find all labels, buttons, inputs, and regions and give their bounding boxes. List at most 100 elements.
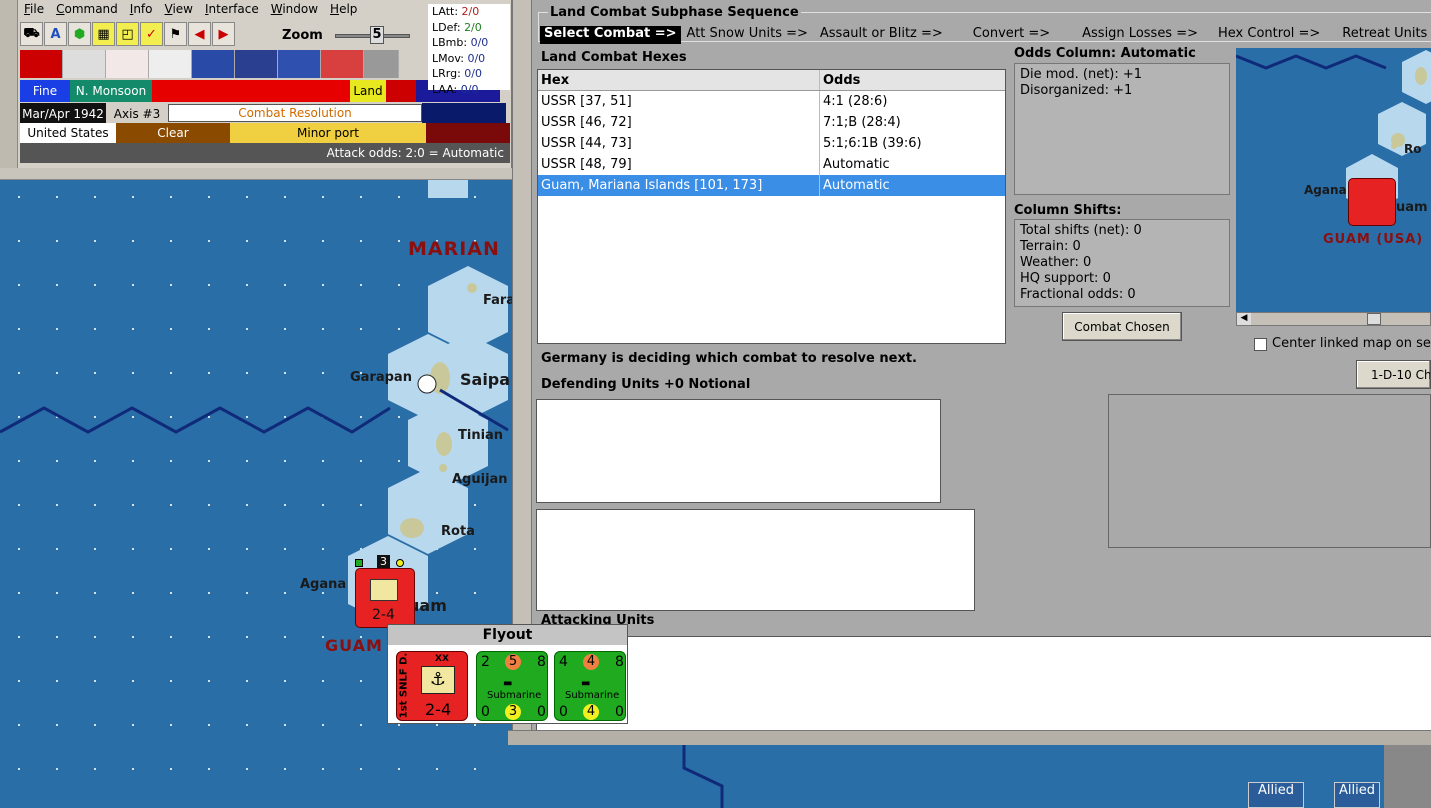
scroll-thumb[interactable]	[1367, 313, 1381, 325]
header-hex[interactable]: Hex	[538, 70, 820, 90]
land-stats: LAtt: 2/0 LDef: 2/0 LBmb: 0/0 LMov: 0/0 …	[428, 4, 510, 96]
seq-assign-losses[interactable]: Assign Losses =>	[1082, 26, 1198, 44]
flag-italy-icon[interactable]	[63, 50, 106, 78]
map-label-saipan: Saipa	[460, 370, 511, 389]
seq-retreat-units[interactable]: Retreat Units =>	[1342, 26, 1431, 44]
shift-total: Total shifts (net): 0	[1020, 223, 1142, 238]
right-edge-strip	[1384, 745, 1431, 808]
status-row-3: United States Clear Minor port	[20, 123, 510, 143]
menu-file[interactable]: File	[20, 2, 52, 18]
status-message: Germany is deciding which combat to reso…	[541, 351, 917, 366]
submarine-icon: ▬	[503, 678, 513, 689]
linked-minimap[interactable]: Ro Agana uam GUAM (USA)	[1236, 48, 1431, 312]
flyout-sub-2[interactable]: 4 4 8 ▬ Submarine 0 4 0	[554, 651, 626, 721]
font-icon[interactable]: A	[44, 22, 67, 46]
zoom-value[interactable]: 5	[370, 26, 384, 44]
grid-icon[interactable]: ▦	[92, 22, 115, 46]
attacking-units-box[interactable]	[536, 636, 1431, 731]
map-unit-counter[interactable]: 2-4	[355, 568, 415, 628]
hex-icon[interactable]: ⬢	[68, 22, 91, 46]
panel-bottom-bar	[508, 730, 1431, 745]
sub-stat: 4	[559, 654, 568, 670]
map-unit-badge-yellow	[396, 559, 404, 567]
seq-hex-control[interactable]: Hex Control =>	[1218, 26, 1320, 44]
flyout-title: Flyout	[388, 625, 627, 645]
flag-free-france-icon[interactable]	[278, 50, 321, 78]
menu-interface[interactable]: Interface	[201, 2, 267, 18]
sub-stat: 0	[615, 704, 624, 720]
scroll-left-icon[interactable]: ◀	[1237, 313, 1251, 325]
select-icon[interactable]: ◰	[116, 22, 139, 46]
minimap-scrollbar[interactable]: ◀	[1236, 312, 1431, 326]
defending-units-box[interactable]	[536, 399, 941, 503]
seq-assault-blitz[interactable]: Assault or Blitz =>	[820, 26, 943, 44]
seq-convert[interactable]: Convert =>	[973, 26, 1050, 44]
ctrl-left-strip	[0, 0, 18, 180]
table-row[interactable]: USSR [44, 73] 5:1;6:1B (39:6)	[538, 133, 1005, 154]
flag-grey-icon[interactable]	[364, 50, 399, 78]
hexes-table: Hex Odds USSR [37, 51] 4:1 (28:6) USSR [4…	[537, 69, 1006, 344]
center-linked-checkbox[interactable]	[1254, 338, 1267, 351]
flag-japan-icon[interactable]	[106, 50, 149, 78]
flag-uk-icon[interactable]	[235, 50, 278, 78]
flyout-window[interactable]: Flyout XX ⚓ 1st SNLF D. 2-4 2 5 8 ▬ Subm…	[387, 624, 628, 724]
row-odds: Automatic	[823, 157, 890, 172]
map-unit-stack-count: 3	[377, 555, 390, 568]
menu-bar: File Command Info View Interface Window …	[20, 2, 365, 18]
zoom-label: Zoom	[282, 28, 323, 43]
menu-info[interactable]: Info	[126, 2, 161, 18]
monsoon-status: N. Monsoon	[70, 80, 152, 102]
menu-help[interactable]: Help	[326, 2, 365, 18]
map-label-aguijan: Aguijan	[452, 472, 508, 487]
die-mod: Die mod. (net): +1	[1020, 67, 1143, 82]
row-odds: Automatic	[823, 178, 890, 193]
allied-pool-1[interactable]: Allied	[1248, 782, 1304, 808]
map-label-garapan: Garapan	[350, 370, 412, 385]
menu-view[interactable]: View	[161, 2, 201, 18]
odds-column-title: Odds Column: Automatic	[1014, 46, 1196, 61]
flag-usa-icon[interactable]	[321, 50, 364, 78]
map-unit-badge-green	[355, 559, 363, 567]
defending-units-list[interactable]	[536, 509, 975, 611]
check-icon[interactable]: ✓	[140, 22, 163, 46]
train-icon[interactable]: ⛟	[20, 22, 43, 46]
details-box	[1108, 394, 1431, 548]
sub-stat: 4	[583, 654, 599, 670]
flag-germany-icon[interactable]	[20, 50, 63, 78]
nation-flags	[20, 50, 399, 78]
port-status: Minor port	[230, 123, 426, 143]
flag-vichy-icon[interactable]	[149, 50, 192, 78]
flag-china-icon[interactable]	[192, 50, 235, 78]
menu-command[interactable]: Command	[52, 2, 126, 18]
combat-title: Land Combat Subphase Sequence	[548, 5, 801, 20]
table-row[interactable]: USSR [37, 51] 4:1 (28:6)	[538, 91, 1005, 112]
flyout-sub-1[interactable]: 2 5 8 ▬ Submarine 0 3 0	[476, 651, 548, 721]
combat-chosen-button[interactable]: Combat Chosen	[1062, 312, 1182, 341]
disorganized: Disorganized: +1	[1020, 83, 1133, 98]
table-row-selected[interactable]: Guam, Mariana Islands [101, 173] Automati…	[538, 175, 1005, 196]
map-label-tinian: Tinian	[458, 428, 504, 443]
header-odds[interactable]: Odds	[820, 70, 985, 90]
sub-stat: 3	[505, 704, 521, 720]
terrain-status: Clear	[116, 123, 230, 143]
sub-stat: 0	[481, 704, 490, 720]
flyout-unit-snlf[interactable]: XX ⚓ 1st SNLF D. 2-4	[396, 651, 468, 721]
sub-stat: 8	[537, 654, 546, 670]
seq-att-snow[interactable]: Att Snow Units =>	[687, 26, 808, 44]
table-row[interactable]: USSR [46, 72] 7:1;B (28:4)	[538, 112, 1005, 133]
submarine-icon: ▬	[581, 678, 591, 689]
allied-pool-2[interactable]: Allied	[1334, 782, 1380, 808]
arrow-left-icon[interactable]: ◀	[188, 22, 211, 46]
minimap-unit-counter[interactable]	[1348, 178, 1396, 226]
row-hex: USSR [48, 79]	[538, 154, 820, 175]
minimap-label-agana: Agana	[1304, 183, 1347, 197]
chart-button[interactable]: 1-D-10 Chart	[1356, 360, 1431, 389]
arrow-right-icon[interactable]: ▶	[212, 22, 235, 46]
menu-window[interactable]: Window	[267, 2, 326, 18]
row-hex: USSR [46, 72]	[538, 112, 820, 133]
table-header: Hex Odds	[538, 70, 1005, 91]
seq-select-combat[interactable]: Select Combat =>	[540, 26, 681, 44]
table-row[interactable]: USSR [48, 79] Automatic	[538, 154, 1005, 175]
flag-icon[interactable]: ⚑	[164, 22, 187, 46]
map-label-fara: Fara	[483, 293, 516, 308]
